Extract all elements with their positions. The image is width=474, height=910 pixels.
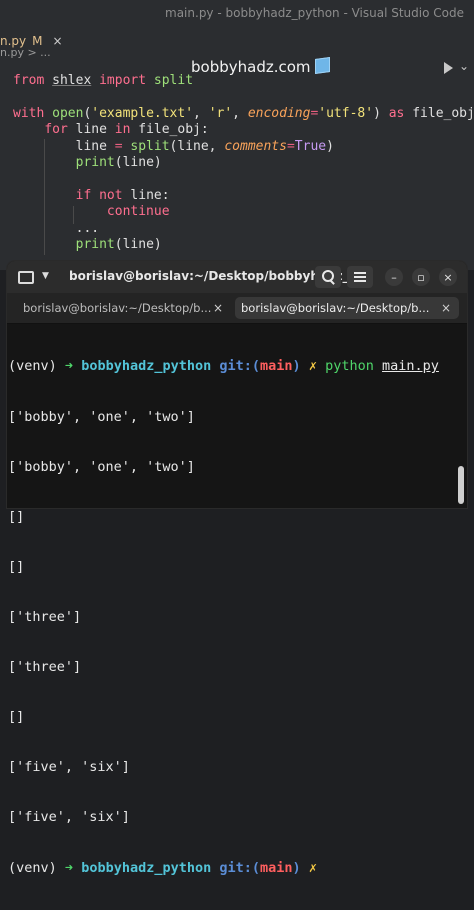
search-button[interactable]: [315, 266, 341, 288]
code-line: print(line): [75, 155, 162, 171]
terminal-tab-1[interactable]: borislav@borislav:~/Desktop/b... ×: [13, 297, 231, 319]
terminal-scrollbar[interactable]: [458, 466, 464, 504]
terminal-tab-2[interactable]: borislav@borislav:~/Desktop/b... ×: [235, 297, 459, 319]
window-title: main.py - bobbyhadz_python - Visual Stud…: [165, 6, 464, 20]
output-line: ['five', 'six']: [8, 809, 130, 826]
editor-tab-bar: n.py M × bobbyhadz.com ⌄: [0, 28, 474, 76]
code-line: for line in file_obj:: [44, 122, 209, 138]
maximize-button[interactable]: ▫: [412, 268, 430, 286]
code-line: if not line:: [75, 187, 170, 203]
output-line: []: [8, 508, 25, 525]
output-line: []: [8, 709, 25, 726]
menu-button[interactable]: [347, 266, 373, 288]
terminal-tab-label: borislav@borislav:~/Desktop/b...: [23, 301, 212, 315]
output-line: ['bobby', 'one', 'two']: [8, 458, 195, 475]
code-line: print(line): [75, 237, 162, 253]
output-line: ['five', 'six']: [8, 759, 130, 776]
output-line: []: [8, 558, 25, 575]
chevron-down-icon[interactable]: ⌄: [459, 59, 469, 73]
code-line: line = split(line, comments=True): [13, 138, 334, 154]
close-icon[interactable]: ×: [213, 301, 223, 315]
terminal-window: ▼ borislav@borislav:~/Desktop/bobbyhadz_…: [7, 261, 467, 876]
terminal-tab-label: borislav@borislav:~/Desktop/b...: [241, 301, 430, 315]
vscode-titlebar: main.py - bobbyhadz_python - Visual Stud…: [0, 0, 474, 28]
code-line: ...: [75, 220, 100, 236]
close-icon[interactable]: ×: [441, 301, 451, 315]
prompt-arrow-icon: ➜: [64, 358, 74, 375]
terminal-tab-bar: borislav@borislav:~/Desktop/b... × boris…: [7, 293, 467, 324]
code-editor[interactable]: from shlex import split with open('examp…: [13, 73, 474, 253]
output-line: ['three']: [8, 608, 82, 625]
terminal-output[interactable]: (venv) ➜ bobbyhadz_python git:(main) ✗ p…: [8, 325, 458, 910]
tab-close-icon[interactable]: ×: [53, 34, 63, 48]
code-line: continue: [106, 204, 170, 220]
close-button[interactable]: ×: [439, 268, 457, 286]
prompt-line: (venv) ➜ bobbyhadz_python git:(main) ✗ p…: [8, 358, 439, 375]
output-line: ['bobby', 'one', 'two']: [8, 408, 195, 425]
terminal-header: ▼ borislav@borislav:~/Desktop/bobbyhadz_…: [7, 261, 467, 293]
code-line: with open('example.txt', 'r', encoding='…: [13, 105, 474, 121]
output-line: ['three']: [8, 659, 82, 676]
prompt-arrow-icon: ➜: [64, 859, 74, 876]
new-tab-button[interactable]: [13, 266, 39, 288]
prompt-line: (venv) ➜ bobbyhadz_python git:(main) ✗: [8, 859, 317, 876]
minimize-button[interactable]: –: [385, 268, 403, 286]
cube-icon: [314, 56, 330, 75]
vscode-window: main.py - bobbyhadz_python - Visual Stud…: [0, 0, 474, 270]
chevron-down-icon[interactable]: ▼: [42, 271, 49, 281]
code-line: from shlex import split: [13, 73, 194, 88]
breadcrumb[interactable]: n.py > ...: [0, 46, 51, 59]
new-tab-icon: [18, 270, 34, 284]
